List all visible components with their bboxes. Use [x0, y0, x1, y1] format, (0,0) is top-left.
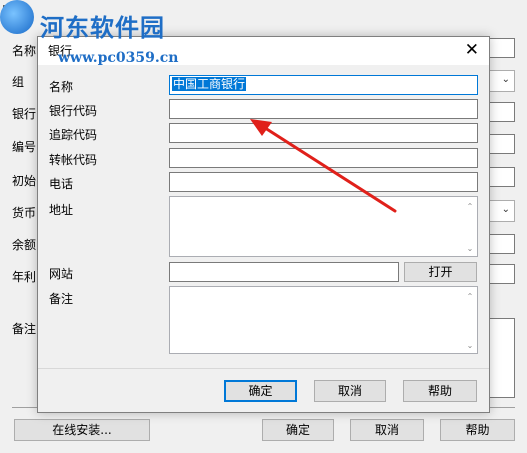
arrow-shaft [260, 124, 397, 213]
arrow-head [250, 119, 272, 136]
annotation-arrow [250, 119, 397, 213]
